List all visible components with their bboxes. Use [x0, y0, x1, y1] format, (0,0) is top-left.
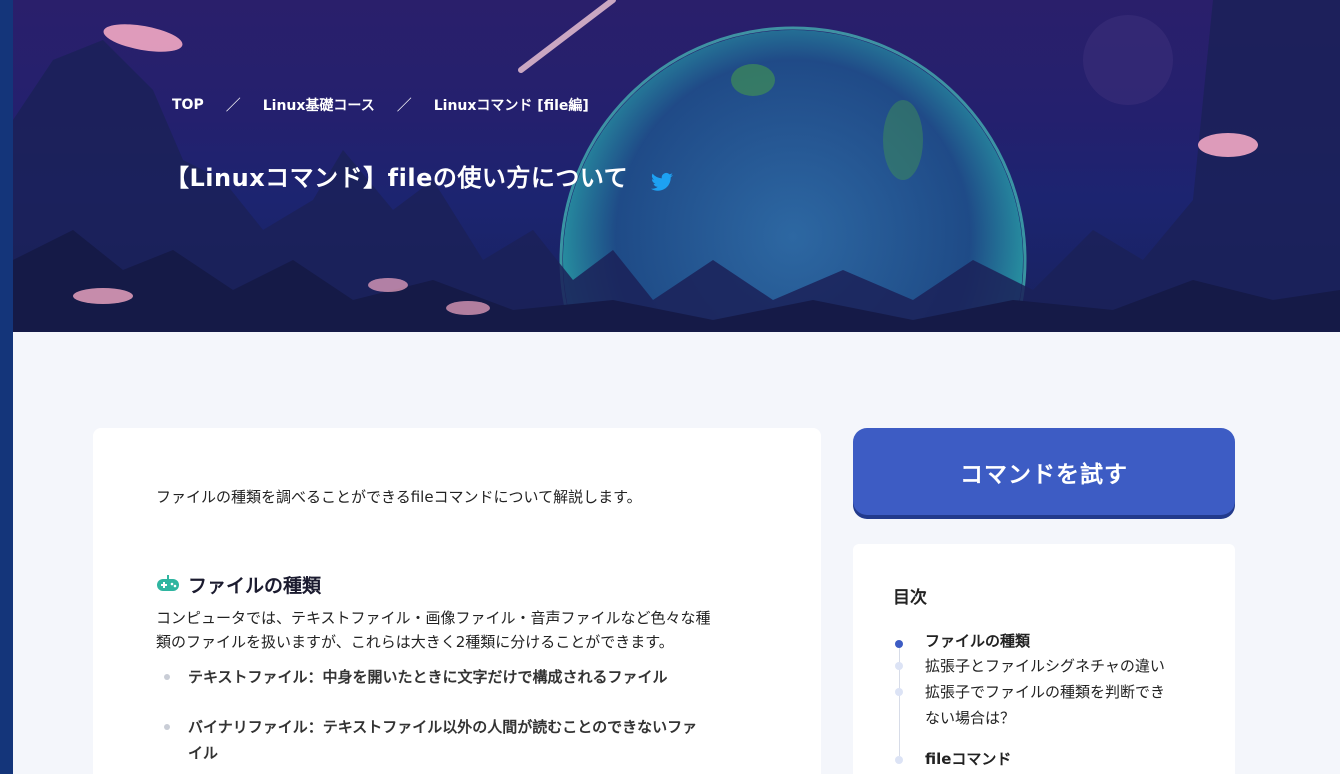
article-intro: ファイルの種類を調べることができるfileコマンドについて解説します。	[156, 488, 642, 506]
list-item-binary-file: バイナリファイル：テキストファイル以外の人間が読むことのできないファ イル	[156, 714, 756, 766]
toc-dot	[895, 662, 903, 670]
paragraph-line: 類のファイルを扱いますが、これらは大きく2種類に分けることができます。	[156, 633, 674, 651]
gamepad-icon	[156, 573, 180, 597]
toc-item-extension-signature[interactable]: 拡張子とファイルシグネチャの違い	[925, 653, 1165, 679]
toc-item-cannot-judge-line2: ない場合は？	[925, 709, 1016, 727]
breadcrumb-top-link[interactable]: TOP	[172, 97, 204, 113]
breadcrumb-separator: ／	[225, 96, 241, 114]
toc-item-cannot-judge[interactable]: 拡張子でファイルの種類を判断でき ない場合は？	[925, 679, 1165, 731]
list-item-binary-line2: イル	[188, 744, 219, 762]
toc-item-file-command[interactable]: fileコマンド	[925, 746, 1011, 772]
breadcrumb-current: Linuxコマンド [file編]	[433, 97, 589, 114]
toc-dot	[895, 756, 903, 764]
breadcrumb-course-link[interactable]: Linux基礎コース	[263, 95, 375, 115]
table-of-contents: 目次 ファイルの種類 拡張子とファイルシグネチャの違い 拡張子でファイルの種類を…	[853, 544, 1235, 774]
breadcrumb-separator: ／	[396, 96, 412, 114]
section-title: ファイルの種類	[188, 575, 322, 597]
toc-item-cannot-judge-line1: 拡張子でファイルの種類を判断でき	[925, 683, 1166, 701]
toc-dot-active	[895, 640, 903, 648]
toc-dot	[895, 688, 903, 696]
toc-title: 目次	[893, 588, 927, 608]
list-item-binary-line1: バイナリファイル：テキストファイル以外の人間が読むことのできないファ	[188, 718, 698, 736]
twitter-icon[interactable]	[651, 172, 673, 192]
article-card: ファイルの種類を調べることができるfileコマンドについて解説します。 ファイル…	[93, 428, 821, 774]
list-item-text-file: テキストファイル：中身を開いたときに文字だけで構成されるファイル	[156, 664, 756, 690]
section-heading: ファイルの種類	[156, 571, 321, 598]
section-paragraph: コンピュータでは、テキストファイル・画像ファイル・音声ファイルなど色々な種 類の…	[156, 606, 756, 654]
paragraph-line: コンピュータでは、テキストファイル・画像ファイル・音声ファイルなど色々な種	[156, 609, 711, 627]
try-command-button[interactable]: コマンドを試す	[853, 428, 1235, 515]
breadcrumb: TOP ／ Linux基礎コース ／ Linuxコマンド [file編]	[172, 94, 589, 115]
toc-item-file-types[interactable]: ファイルの種類	[925, 628, 1030, 654]
page-title: 【Linuxコマンド】fileの使い方について	[165, 164, 629, 192]
hero-banner: TOP ／ Linux基礎コース ／ Linuxコマンド [file編] 【Li…	[13, 0, 1340, 332]
file-type-list: テキストファイル：中身を開いたときに文字だけで構成されるファイル バイナリファイ…	[156, 664, 756, 774]
left-edge-strip	[0, 0, 13, 774]
